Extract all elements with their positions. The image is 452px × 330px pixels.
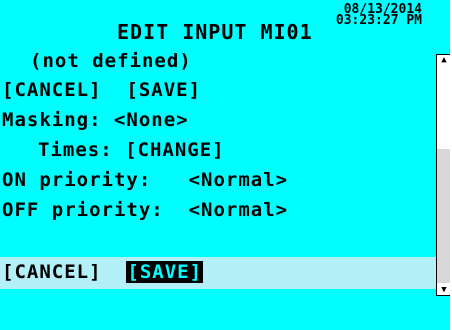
- page-title: EDIT INPUT MI01: [117, 20, 313, 44]
- masking-value[interactable]: <None>: [114, 109, 189, 131]
- scroll-thumb[interactable]: [437, 149, 451, 283]
- times-change-button[interactable]: [CHANGE]: [125, 139, 225, 161]
- up-arrow-icon[interactable]: ▲: [437, 56, 451, 65]
- masking-label: Masking:: [2, 109, 102, 131]
- on-priority-label: ON priority:: [2, 169, 152, 191]
- save-button-top[interactable]: [SAVE]: [126, 79, 201, 101]
- cancel-button-bottom[interactable]: [CANCEL]: [2, 261, 102, 283]
- bottom-actions: [CANCEL] [SAVE]: [2, 261, 204, 283]
- input-name-field[interactable]: (not defined): [30, 52, 192, 71]
- on-priority-value[interactable]: <Normal>: [189, 169, 289, 191]
- times-row[interactable]: Times: [CHANGE]: [38, 141, 225, 160]
- lcd-screen: 08/13/2014 03:23:27 PM EDIT INPUT MI01 (n…: [0, 0, 452, 330]
- save-button-bottom-selected[interactable]: [SAVE]: [126, 261, 204, 283]
- off-priority-label: OFF priority:: [2, 199, 164, 221]
- masking-row[interactable]: Masking: <None>: [2, 111, 189, 130]
- times-label: Times:: [38, 139, 113, 161]
- on-priority-row[interactable]: ON priority: <Normal>: [2, 171, 288, 190]
- time-text: 03:23:27 PM: [335, 13, 422, 28]
- off-priority-value[interactable]: <Normal>: [189, 199, 289, 221]
- cancel-button-top[interactable]: [CANCEL]: [2, 79, 102, 101]
- datetime-display: 08/13/2014 03:23:27 PM: [335, 3, 422, 28]
- top-actions: [CANCEL] [SAVE]: [2, 81, 201, 100]
- down-arrow-icon[interactable]: ▼: [437, 286, 451, 295]
- off-priority-row[interactable]: OFF priority: <Normal>: [2, 201, 288, 220]
